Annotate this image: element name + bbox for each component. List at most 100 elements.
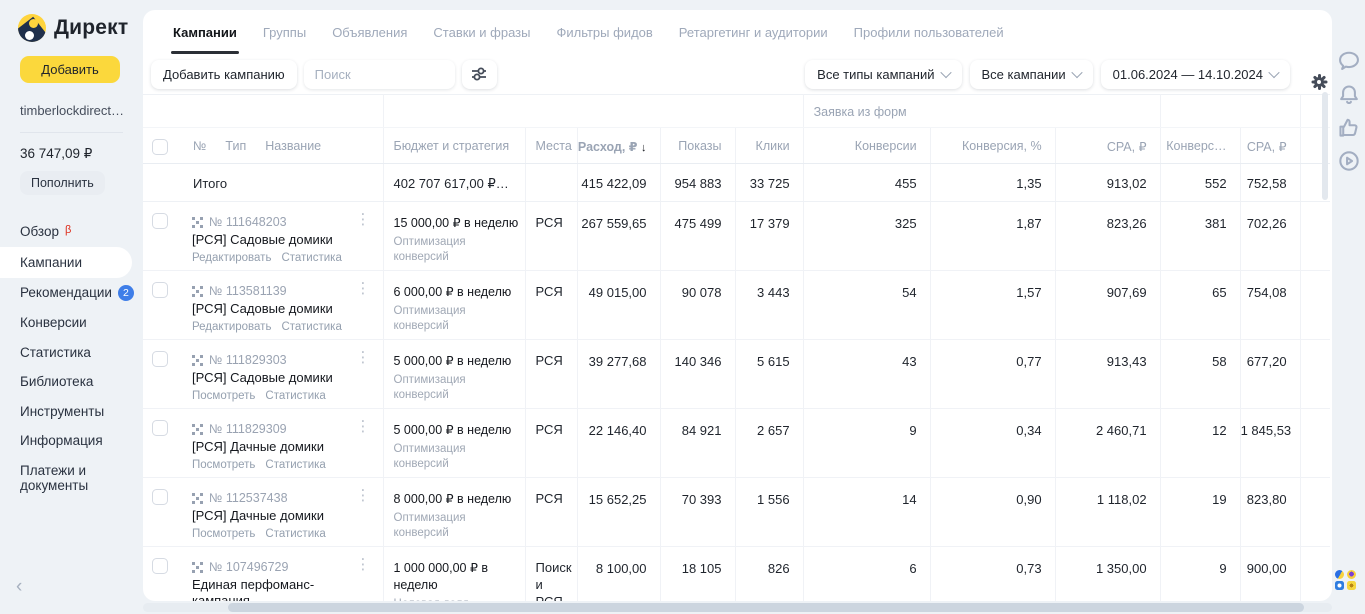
notifications-button[interactable]	[1338, 84, 1360, 106]
tab-ads[interactable]: Объявления	[332, 10, 407, 54]
cell-spend: 22 146,40	[577, 409, 660, 478]
row-statistics-link[interactable]: Статистика	[265, 459, 325, 471]
col-type-header[interactable]: Тип	[225, 139, 246, 153]
logo[interactable]: Директ	[0, 0, 143, 42]
row-statistics-link[interactable]: Статистика	[281, 321, 341, 333]
col-clicks-header[interactable]: Клики	[735, 128, 803, 164]
sidebar-item-conversions[interactable]: Конверсии	[0, 308, 143, 338]
col-places-header[interactable]: Места	[525, 128, 577, 164]
col-conversion-rate-header[interactable]: Конверсия, %	[930, 128, 1055, 164]
table-settings-button[interactable]	[1298, 61, 1324, 87]
row-statistics-link[interactable]: Статистика	[265, 390, 325, 402]
col-conversions2-header[interactable]: Конверс…	[1160, 128, 1240, 164]
campaign-type-icon	[192, 217, 203, 228]
topup-button[interactable]: Пополнить	[20, 171, 105, 195]
campaign-name-link[interactable]: Единая перфоманс-кампания	[176, 574, 383, 601]
toolbar: Добавить кампанию Все типы кампаний Все …	[143, 54, 1332, 94]
table-row: № 111829303 ⋮ [РСЯ] Садовые домики Посмо…	[143, 340, 1330, 409]
sidebar-item-statistics[interactable]: Статистика	[0, 338, 143, 368]
row-action-link[interactable]: Посмотреть	[192, 528, 255, 540]
sidebar-item-tools[interactable]: Инструменты	[0, 397, 143, 427]
extension-icon[interactable]	[1335, 581, 1344, 590]
row-action-link[interactable]: Посмотреть	[192, 459, 255, 471]
add-campaign-button[interactable]: Добавить кампанию	[151, 60, 297, 89]
campaign-name-link[interactable]: [РСЯ] Садовые домики	[176, 229, 383, 248]
sidebar: Директ Добавить timberlockdirect… 36 747…	[0, 0, 143, 614]
tab-bids-phrases[interactable]: Ставки и фразы	[433, 10, 530, 54]
extension-icon[interactable]	[1347, 581, 1356, 590]
main-panel: Кампании Группы Объявления Ставки и фраз…	[143, 10, 1332, 601]
col-conversions-header[interactable]: Конверсии	[803, 128, 930, 164]
extension-icon[interactable]	[1335, 570, 1344, 579]
date-range-filter[interactable]: 01.06.2024 — 14.10.2024	[1101, 60, 1290, 89]
chat-button[interactable]	[1338, 50, 1360, 72]
tab-retargeting-audiences[interactable]: Ретаргетинг и аудитории	[679, 10, 828, 54]
group-header-form-leads: Заявка из форм	[804, 95, 1160, 119]
sidebar-item-information[interactable]: Информация	[0, 426, 143, 456]
row-menu-button[interactable]: ⋮	[356, 349, 371, 367]
col-spend-header[interactable]: Расход, ₽ ↓	[577, 128, 660, 164]
col-shows-header[interactable]: Показы	[660, 128, 735, 164]
add-button[interactable]: Добавить	[20, 56, 120, 83]
cell-spend: 8 100,00	[577, 547, 660, 602]
sidebar-item-recommendations[interactable]: Рекомендации 2	[0, 278, 143, 308]
row-menu-button[interactable]: ⋮	[356, 280, 371, 298]
campaigns-filter[interactable]: Все кампании	[970, 60, 1093, 89]
vertical-scrollbar[interactable]	[1322, 92, 1328, 200]
row-statistics-link[interactable]: Статистика	[265, 528, 325, 540]
col-number-header[interactable]: №	[193, 139, 206, 153]
row-menu-button[interactable]: ⋮	[356, 487, 371, 505]
row-action-link[interactable]: Редактировать	[192, 321, 271, 333]
select-all-checkbox[interactable]	[152, 139, 168, 155]
col-cpa-header[interactable]: CPA, ₽	[1055, 128, 1160, 164]
row-menu-button[interactable]: ⋮	[356, 556, 371, 574]
tab-user-profiles[interactable]: Профили пользователей	[854, 10, 1004, 54]
horizontal-scrollbar-thumb[interactable]	[228, 603, 1304, 612]
table-row: № 112537438 ⋮ [РСЯ] Дачные домики Посмот…	[143, 478, 1330, 547]
row-checkbox[interactable]	[152, 351, 168, 367]
row-checkbox[interactable]	[152, 213, 168, 229]
campaign-type-icon	[192, 493, 203, 504]
cell-conversions: 9	[803, 409, 930, 478]
cell-shows: 84 921	[660, 409, 735, 478]
campaign-name-link[interactable]: [РСЯ] Садовые домики	[176, 298, 383, 317]
tab-campaigns[interactable]: Кампании	[173, 10, 237, 54]
campaign-name-link[interactable]: [РСЯ] Дачные домики	[176, 505, 383, 524]
sidebar-item-library[interactable]: Библиотека	[0, 367, 143, 397]
campaign-name-link[interactable]: [РСЯ] Садовые домики	[176, 367, 383, 386]
row-action-link[interactable]: Посмотреть	[192, 390, 255, 402]
totals-conversions: 455	[803, 164, 930, 202]
row-menu-button[interactable]: ⋮	[356, 211, 371, 229]
sidebar-item-payments[interactable]: Платежи и документы	[0, 456, 143, 501]
sidebar-item-overview[interactable]: Обзор β	[0, 217, 143, 247]
totals-cpa2: 752,58	[1240, 164, 1300, 202]
cell-cpa2: 900,00	[1240, 547, 1300, 602]
campaign-type-filter[interactable]: Все типы кампаний	[805, 60, 961, 89]
col-budget-header[interactable]: Бюджет и стратегия	[383, 128, 525, 164]
row-checkbox[interactable]	[152, 489, 168, 505]
feedback-button[interactable]	[1338, 117, 1360, 139]
col-cpa2-header[interactable]: CPA, ₽	[1240, 128, 1300, 164]
row-statistics-link[interactable]: Статистика	[281, 252, 341, 264]
sidebar-item-campaigns[interactable]: Кампании	[0, 247, 132, 279]
row-checkbox[interactable]	[152, 420, 168, 436]
row-menu-button[interactable]: ⋮	[356, 418, 371, 436]
tab-feed-filters[interactable]: Фильтры фидов	[556, 10, 652, 54]
campaign-number: № 111829309	[209, 422, 287, 436]
row-checkbox[interactable]	[152, 558, 168, 574]
extension-icon[interactable]	[1347, 570, 1356, 579]
row-checkbox[interactable]	[152, 282, 168, 298]
row-action-link[interactable]: Редактировать	[192, 252, 271, 264]
collapse-sidebar-button[interactable]: ‹	[16, 576, 22, 598]
cell-shows: 90 078	[660, 271, 735, 340]
campaign-name-link[interactable]: [РСЯ] Дачные домики	[176, 436, 383, 455]
filter-sliders-button[interactable]	[462, 60, 497, 89]
search-input[interactable]	[304, 60, 455, 89]
cell-budget: 1 000 000,00 ₽ в неделю Целевая доля рек…	[383, 547, 525, 602]
col-name-header[interactable]: Название	[265, 139, 321, 153]
cell-cpa2: 754,08	[1240, 271, 1300, 340]
account-name[interactable]: timberlockdirect…	[0, 83, 143, 118]
cell-clicks: 826	[735, 547, 803, 602]
tab-groups[interactable]: Группы	[263, 10, 306, 54]
video-tutorials-button[interactable]	[1338, 150, 1360, 172]
